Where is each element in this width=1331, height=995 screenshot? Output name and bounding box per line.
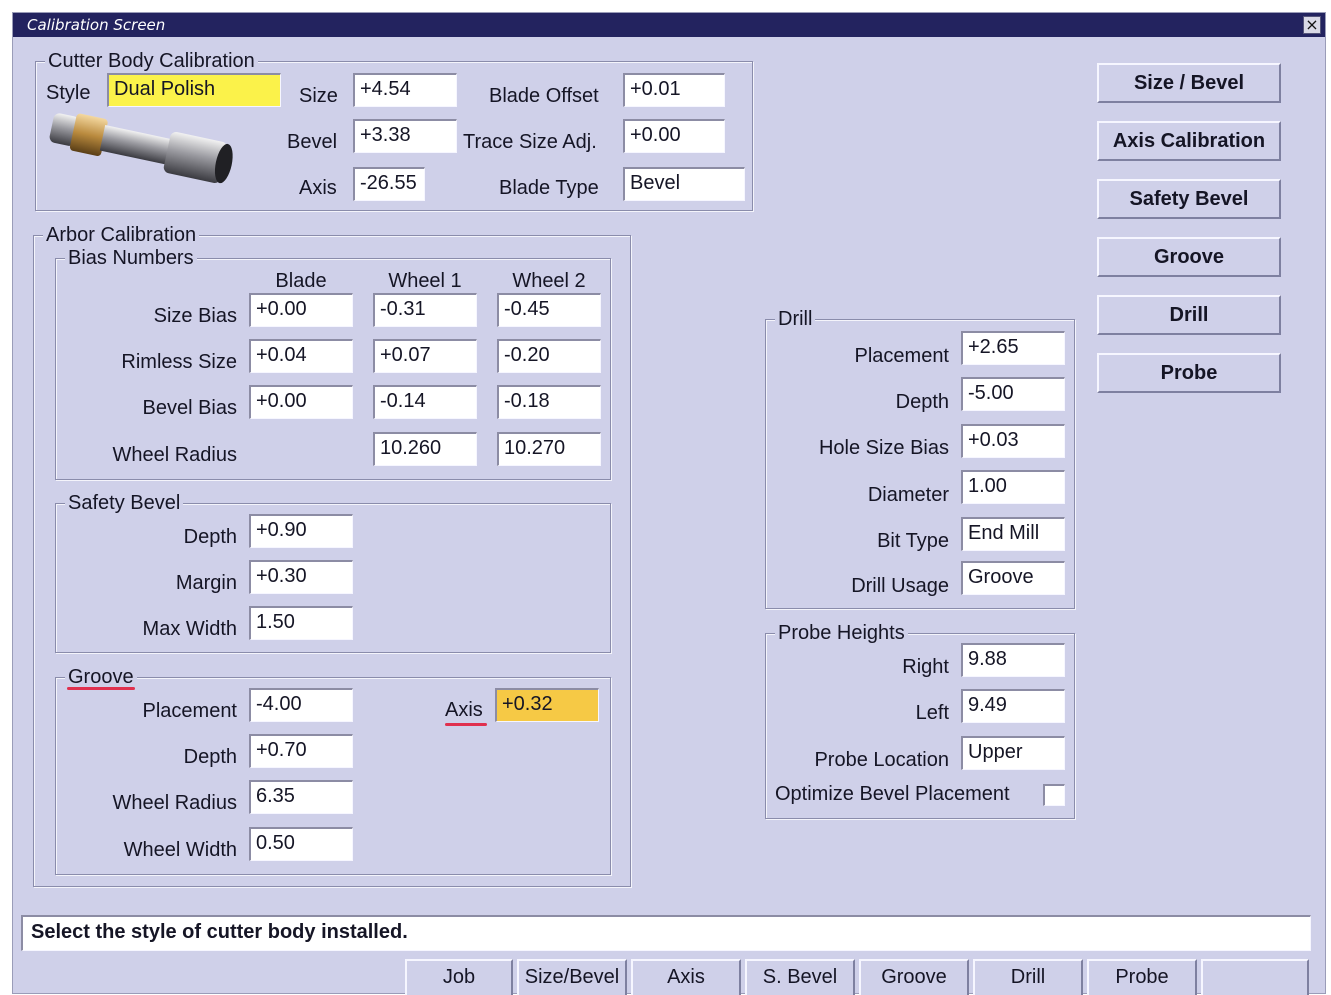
bit-type-label: Bit Type — [877, 530, 949, 552]
drill-placement-field[interactable]: +2.65 — [961, 331, 1065, 365]
groove-wheel-radius-label: Wheel Radius — [112, 792, 237, 814]
safety-max-width-label: Max Width — [142, 618, 237, 640]
bit-type-field[interactable]: End Mill — [961, 517, 1065, 551]
safety-bevel-button[interactable]: Safety Bevel — [1097, 179, 1281, 219]
bias-numbers-legend: Bias Numbers — [65, 246, 197, 270]
safety-bevel-legend: Safety Bevel — [65, 491, 184, 515]
groove-axis-field[interactable]: +0.32 — [495, 688, 599, 722]
rimless-size-blade-field[interactable]: +0.04 — [249, 339, 353, 373]
style-label: Style — [46, 82, 91, 104]
groove-axis-label: Axis — [445, 699, 483, 721]
optimize-bevel-label: Optimize Bevel Placement — [775, 783, 1010, 805]
size-bevel-button[interactable]: Size / Bevel — [1097, 63, 1281, 103]
diameter-field[interactable]: 1.00 — [961, 470, 1065, 504]
trace-size-label: Trace Size Adj. — [463, 131, 597, 153]
size-bias-wheel1-field[interactable]: -0.31 — [373, 293, 477, 327]
probe-left-label: Left — [915, 702, 949, 724]
style-field[interactable]: Dual Polish — [107, 73, 281, 107]
close-button[interactable]: × — [1303, 16, 1321, 34]
drill-usage-field[interactable]: Groove — [961, 561, 1065, 595]
title-bar: Calibration Screen × — [13, 13, 1325, 37]
arbor-calibration-legend: Arbor Calibration — [43, 223, 200, 247]
safety-max-width-field[interactable]: 1.50 — [249, 606, 353, 640]
bevel-bias-blade-field[interactable]: +0.00 — [249, 385, 353, 419]
groove-placement-label: Placement — [142, 700, 238, 722]
size-bias-label: Size Bias — [153, 305, 237, 327]
groove-wheel-radius-field[interactable]: 6.35 — [249, 780, 353, 814]
bevel-label: Bevel — [287, 131, 338, 153]
tab-safety-bevel[interactable]: S. Bevel — [745, 959, 855, 995]
drill-placement-label: Placement — [854, 345, 950, 367]
tab-probe[interactable]: Probe — [1087, 959, 1197, 995]
blade-offset-label: Blade Offset — [489, 85, 599, 107]
blade-type-field[interactable]: Bevel — [623, 167, 745, 201]
bevel-field[interactable]: +3.38 — [353, 119, 457, 153]
axis-field[interactable]: -26.55 — [353, 167, 425, 201]
bevel-bias-label: Bevel Bias — [142, 397, 238, 419]
close-icon: × — [1305, 15, 1319, 34]
optimize-bevel-checkbox[interactable] — [1043, 784, 1065, 806]
safety-depth-field[interactable]: +0.90 — [249, 514, 353, 548]
rimless-size-wheel2-field[interactable]: -0.20 — [497, 339, 601, 373]
groove-wheel-width-field[interactable]: 0.50 — [249, 827, 353, 861]
groove-button[interactable]: Groove — [1097, 237, 1281, 277]
col-header-blade: Blade — [275, 270, 327, 292]
calibration-window: Calibration Screen × Cutter Body Calibra… — [12, 12, 1326, 995]
axis-calibration-button[interactable]: Axis Calibration — [1097, 121, 1281, 161]
safety-depth-label: Depth — [183, 526, 237, 548]
hole-size-bias-label: Hole Size Bias — [818, 437, 949, 459]
tab-size-bevel[interactable]: Size/Bevel — [517, 959, 627, 995]
drill-button[interactable]: Drill — [1097, 295, 1281, 335]
tab-empty[interactable] — [1201, 959, 1309, 995]
probe-right-label: Right — [902, 656, 949, 678]
blade-type-label: Blade Type — [499, 177, 599, 199]
probe-location-label: Probe Location — [814, 749, 949, 771]
probe-left-field[interactable]: 9.49 — [961, 689, 1065, 723]
size-bias-wheel2-field[interactable]: -0.45 — [497, 293, 601, 327]
tab-drill[interactable]: Drill — [973, 959, 1083, 995]
drill-usage-label: Drill Usage — [851, 575, 949, 597]
wheel-radius-wheel2-field[interactable]: 10.270 — [497, 432, 601, 466]
cutter-body-legend: Cutter Body Calibration — [45, 49, 258, 73]
trace-size-field[interactable]: +0.00 — [623, 119, 725, 153]
groove-depth-label: Depth — [183, 746, 237, 768]
safety-margin-label: Margin — [175, 572, 237, 594]
axis-label: Axis — [299, 177, 337, 199]
groove-legend: Groove — [65, 665, 137, 689]
drill-depth-label: Depth — [895, 391, 949, 413]
hole-size-bias-field[interactable]: +0.03 — [961, 424, 1065, 458]
bevel-bias-wheel1-field[interactable]: -0.14 — [373, 385, 477, 419]
rimless-size-wheel1-field[interactable]: +0.07 — [373, 339, 477, 373]
groove-underline — [67, 687, 135, 690]
drill-legend: Drill — [775, 307, 816, 331]
groove-placement-field[interactable]: -4.00 — [249, 688, 353, 722]
diameter-label: Diameter — [867, 484, 949, 506]
probe-heights-legend: Probe Heights — [775, 621, 908, 645]
groove-axis-underline — [445, 723, 487, 726]
safety-margin-field[interactable]: +0.30 — [249, 560, 353, 594]
groove-wheel-width-label: Wheel Width — [123, 839, 237, 861]
rimless-size-label: Rimless Size — [121, 351, 237, 373]
blade-offset-field[interactable]: +0.01 — [623, 73, 725, 107]
status-bar: Select the style of cutter body installe… — [21, 915, 1311, 951]
probe-button[interactable]: Probe — [1097, 353, 1281, 393]
tab-job[interactable]: Job — [405, 959, 513, 995]
tab-groove[interactable]: Groove — [859, 959, 969, 995]
cutter-body-image — [49, 113, 233, 184]
tab-axis[interactable]: Axis — [631, 959, 741, 995]
col-header-wheel2: Wheel 2 — [512, 270, 586, 292]
groove-depth-field[interactable]: +0.70 — [249, 734, 353, 768]
wheel-radius-label: Wheel Radius — [112, 444, 237, 466]
bevel-bias-wheel2-field[interactable]: -0.18 — [497, 385, 601, 419]
probe-location-field[interactable]: Upper — [961, 736, 1065, 770]
size-bias-blade-field[interactable]: +0.00 — [249, 293, 353, 327]
window-title: Calibration Screen — [27, 16, 166, 34]
size-label: Size — [299, 85, 338, 107]
wheel-radius-wheel1-field[interactable]: 10.260 — [373, 432, 477, 466]
size-field[interactable]: +4.54 — [353, 73, 457, 107]
probe-right-field[interactable]: 9.88 — [961, 643, 1065, 677]
col-header-wheel1: Wheel 1 — [388, 270, 462, 292]
drill-depth-field[interactable]: -5.00 — [961, 377, 1065, 411]
